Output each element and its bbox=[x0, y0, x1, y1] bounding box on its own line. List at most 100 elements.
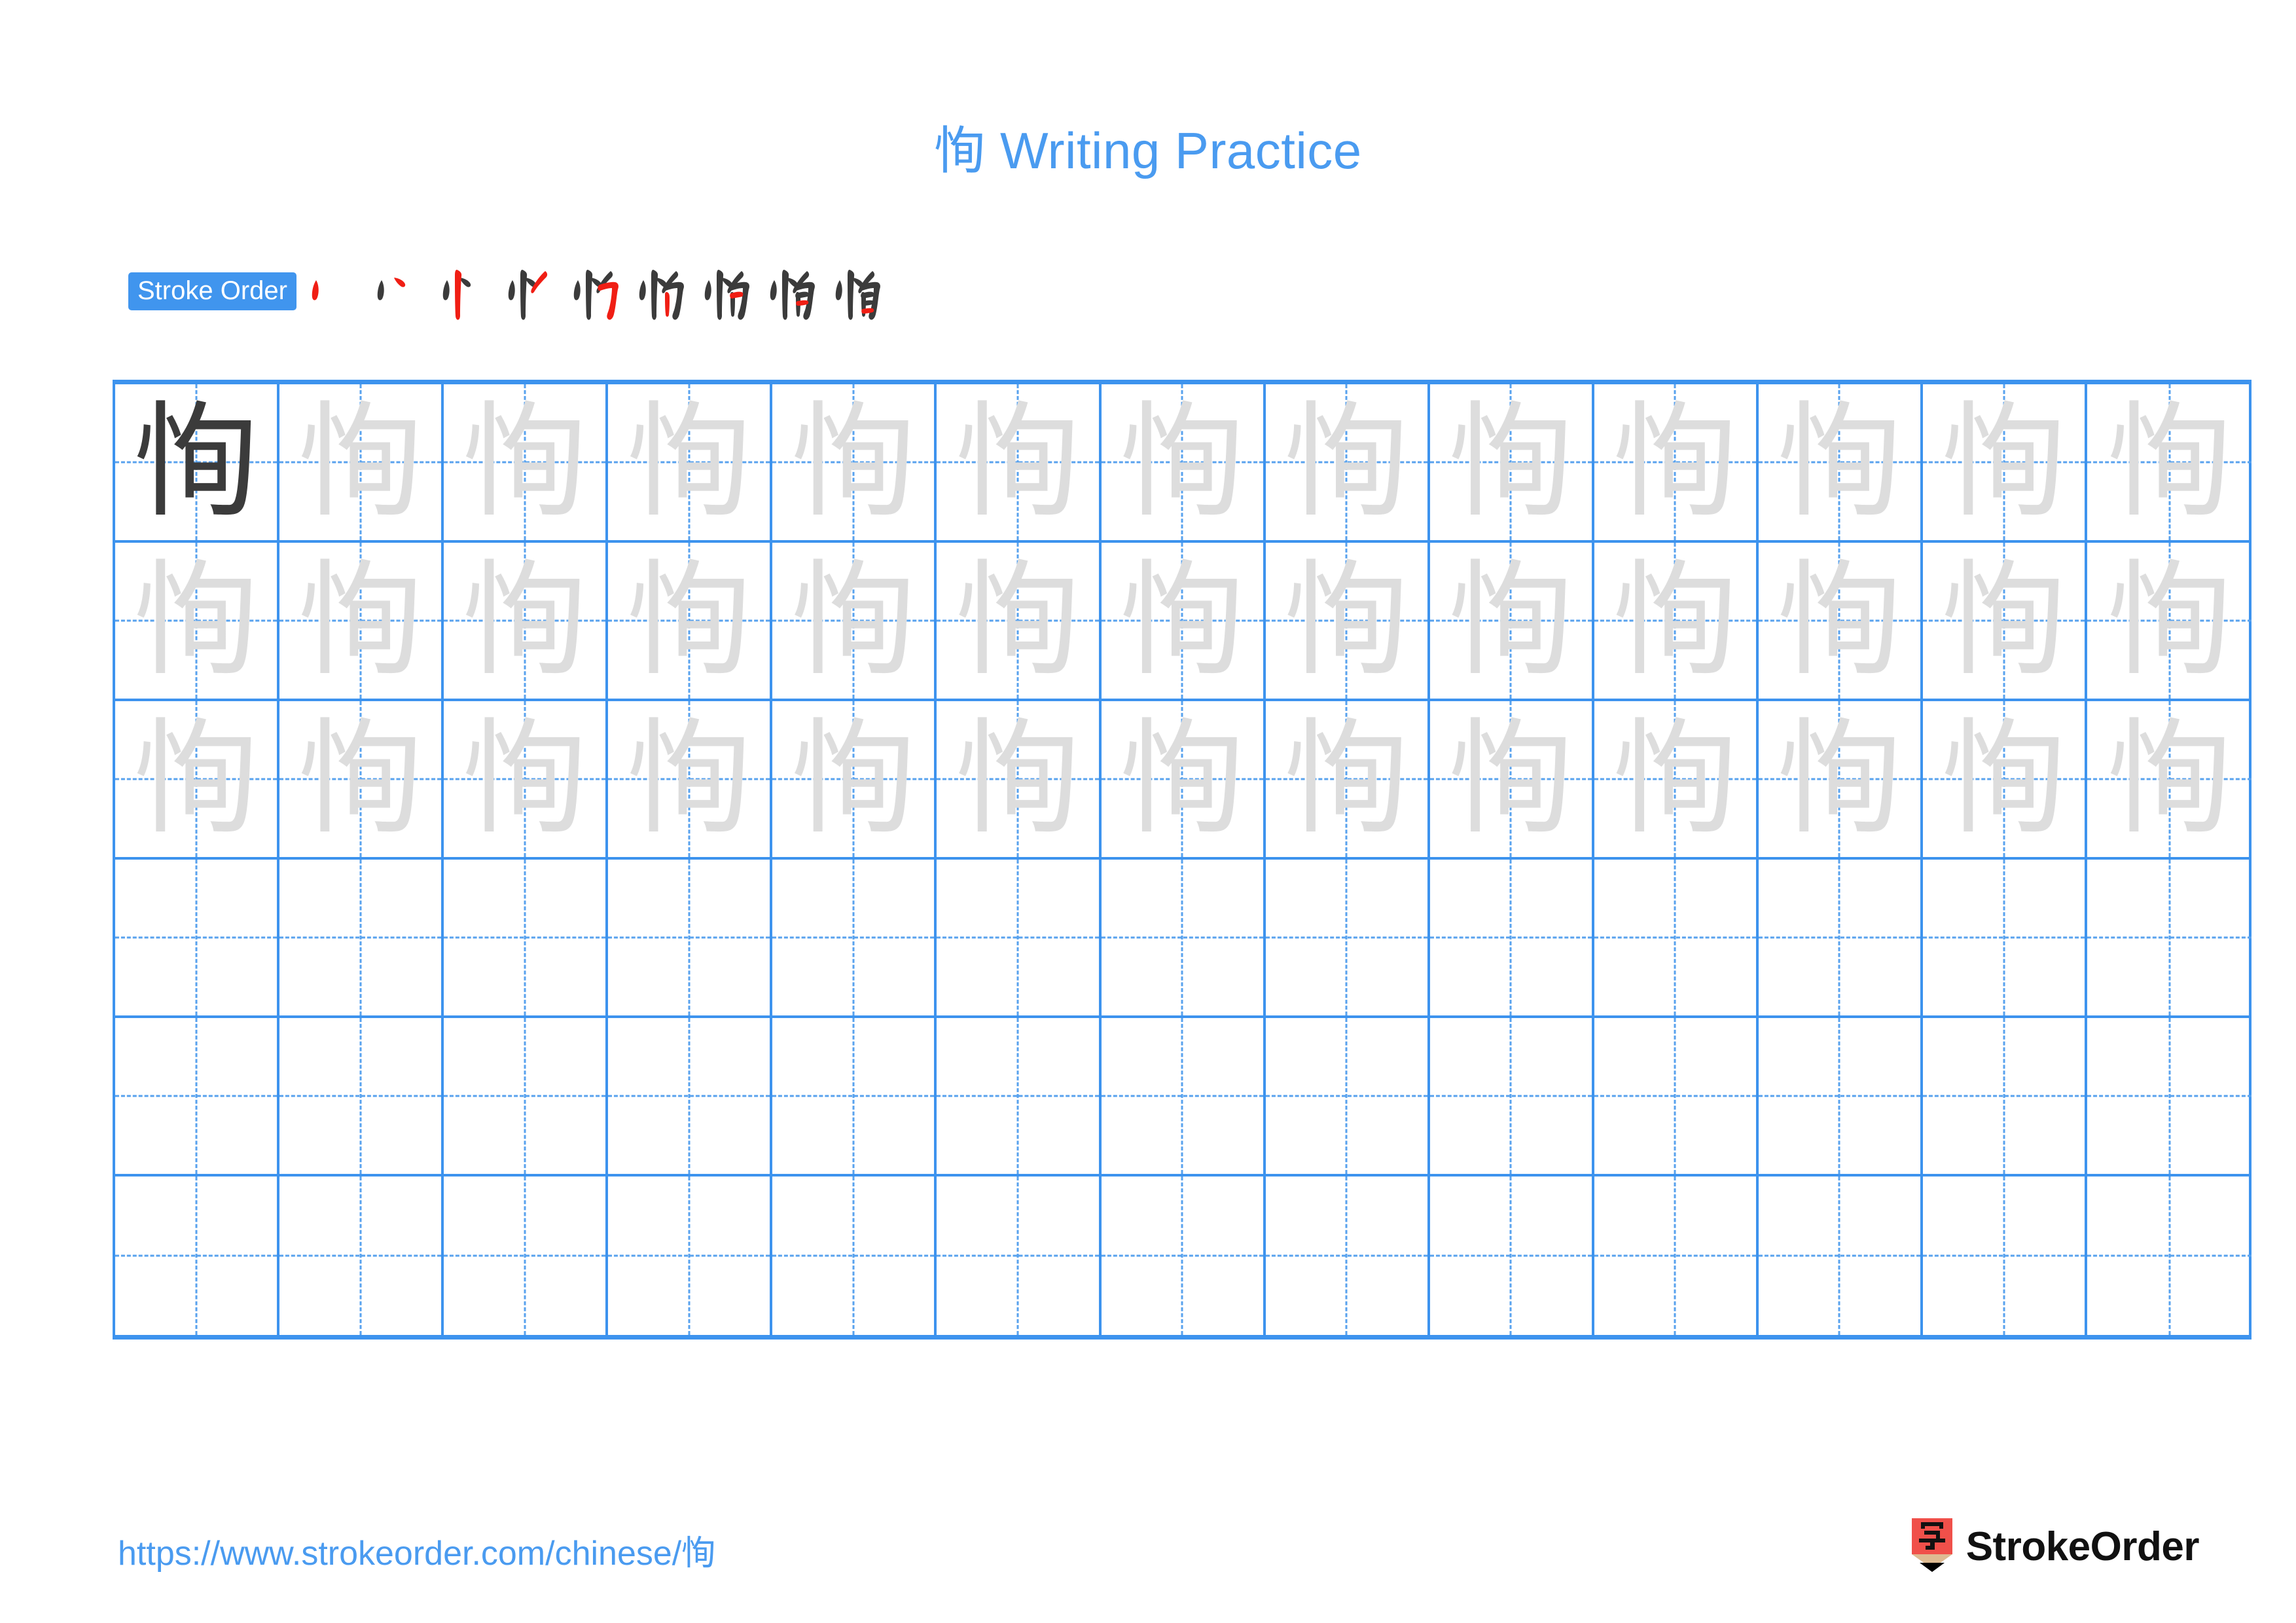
grid-cell[interactable]: 恂 bbox=[1759, 543, 1924, 699]
grid-cell[interactable]: 恂 bbox=[279, 543, 444, 699]
grid-cell[interactable]: 恂 bbox=[279, 384, 444, 540]
grid-cell[interactable] bbox=[937, 1176, 1102, 1335]
grid-cell[interactable]: 恂 bbox=[2087, 543, 2251, 699]
grid-cell[interactable]: 恂 bbox=[1923, 701, 2088, 857]
grid-cell[interactable]: 恂 bbox=[1594, 543, 1759, 699]
grid-cell[interactable] bbox=[1430, 860, 1594, 1015]
grid-cell[interactable] bbox=[1759, 1176, 1924, 1335]
grid-cell[interactable] bbox=[1102, 1176, 1266, 1335]
grid-cell[interactable]: 恂 bbox=[1102, 543, 1266, 699]
grid-cell[interactable] bbox=[772, 1018, 937, 1174]
grid-cell[interactable] bbox=[1759, 860, 1924, 1015]
grid-cell[interactable] bbox=[1594, 860, 1759, 1015]
grid-cell[interactable]: 恂 bbox=[1266, 701, 1430, 857]
practice-character: 恂 bbox=[1777, 390, 1902, 534]
practice-character: 恂 bbox=[2107, 548, 2232, 693]
grid-cell[interactable] bbox=[1594, 1018, 1759, 1174]
stroke-step-7 bbox=[692, 255, 757, 327]
grid-cell[interactable] bbox=[1266, 860, 1430, 1015]
practice-character bbox=[1923, 860, 2085, 1015]
grid-cell[interactable]: 恂 bbox=[937, 701, 1102, 857]
grid-cell[interactable]: 恂 bbox=[444, 384, 609, 540]
practice-character bbox=[1430, 1176, 1592, 1335]
grid-cell[interactable]: 恂 bbox=[115, 701, 280, 857]
practice-character bbox=[1594, 1018, 1756, 1174]
grid-cell[interactable] bbox=[1759, 1018, 1924, 1174]
stroke-step-2 bbox=[365, 255, 430, 327]
grid-cell[interactable]: 恂 bbox=[1759, 384, 1924, 540]
grid-cell[interactable]: 恂 bbox=[772, 701, 937, 857]
grid-cell[interactable]: 恂 bbox=[1430, 384, 1594, 540]
grid-cell[interactable] bbox=[1430, 1176, 1594, 1335]
grid-cell[interactable]: 恂 bbox=[1923, 543, 2088, 699]
grid-cell[interactable] bbox=[2087, 1018, 2251, 1174]
stroke-order-badge: Stroke Order bbox=[128, 272, 296, 310]
practice-character: 恂 bbox=[626, 548, 751, 693]
grid-cell[interactable]: 恂 bbox=[608, 543, 773, 699]
grid-cell[interactable] bbox=[772, 1176, 937, 1335]
practice-character bbox=[772, 1176, 934, 1335]
grid-cell[interactable]: 恂 bbox=[115, 543, 280, 699]
grid-cell[interactable] bbox=[115, 1176, 280, 1335]
stroke-step-6 bbox=[626, 255, 692, 327]
practice-character: 恂 bbox=[1448, 548, 1573, 693]
grid-cell[interactable] bbox=[1266, 1176, 1430, 1335]
practice-character bbox=[772, 860, 934, 1015]
brand-logo[interactable]: StrokeOrder bbox=[1910, 1514, 2200, 1579]
practice-character: 恂 bbox=[1120, 548, 1245, 693]
grid-cell[interactable]: 恂 bbox=[1430, 543, 1594, 699]
grid-cell[interactable]: 恂 bbox=[608, 701, 773, 857]
grid-cell[interactable]: 恂 bbox=[608, 384, 773, 540]
practice-character: 恂 bbox=[462, 706, 587, 851]
source-url[interactable]: https://www.strokeorder.com/chinese/恂 bbox=[118, 1525, 715, 1575]
grid-cell[interactable] bbox=[1102, 1018, 1266, 1174]
grid-cell[interactable] bbox=[279, 1018, 444, 1174]
grid-cell[interactable] bbox=[444, 860, 609, 1015]
grid-cell[interactable]: 恂 bbox=[1594, 384, 1759, 540]
grid-cell[interactable] bbox=[1430, 1018, 1594, 1174]
grid-cell[interactable]: 恂 bbox=[444, 543, 609, 699]
grid-cell[interactable] bbox=[2087, 860, 2251, 1015]
stroke-step-4 bbox=[495, 255, 561, 327]
grid-cell[interactable]: 恂 bbox=[2087, 701, 2251, 857]
grid-cell[interactable] bbox=[937, 1018, 1102, 1174]
grid-cell[interactable]: 恂 bbox=[772, 384, 937, 540]
grid-cell[interactable]: 恂 bbox=[1102, 701, 1266, 857]
practice-character: 恂 bbox=[1941, 706, 2066, 851]
grid-cell[interactable] bbox=[1923, 1018, 2088, 1174]
grid-cell[interactable]: 恂 bbox=[1759, 701, 1924, 857]
grid-cell[interactable]: 恂 bbox=[1430, 701, 1594, 857]
practice-character: 恂 bbox=[134, 706, 259, 851]
grid-cell[interactable] bbox=[444, 1176, 609, 1335]
grid-cell[interactable] bbox=[115, 860, 280, 1015]
grid-cell[interactable] bbox=[444, 1018, 609, 1174]
grid-cell[interactable]: 恂 bbox=[1102, 384, 1266, 540]
practice-character: 恂 bbox=[2107, 390, 2232, 534]
grid-cell[interactable] bbox=[1923, 1176, 2088, 1335]
grid-cell[interactable] bbox=[608, 1018, 773, 1174]
grid-cell[interactable] bbox=[279, 860, 444, 1015]
grid-cell[interactable] bbox=[1266, 1018, 1430, 1174]
grid-cell[interactable]: 恂 bbox=[937, 384, 1102, 540]
grid-cell[interactable] bbox=[608, 860, 773, 1015]
grid-cell[interactable]: 恂 bbox=[1594, 701, 1759, 857]
grid-cell[interactable] bbox=[937, 860, 1102, 1015]
grid-cell[interactable]: 恂 bbox=[1266, 543, 1430, 699]
grid-cell[interactable]: 恂 bbox=[115, 384, 280, 540]
grid-cell[interactable]: 恂 bbox=[2087, 384, 2251, 540]
grid-cell[interactable]: 恂 bbox=[1923, 384, 2088, 540]
grid-cell[interactable] bbox=[115, 1018, 280, 1174]
grid-cell[interactable] bbox=[2087, 1176, 2251, 1335]
grid-cell[interactable] bbox=[1102, 860, 1266, 1015]
grid-cell[interactable] bbox=[1923, 860, 2088, 1015]
stroke-step-9 bbox=[823, 255, 888, 327]
grid-cell[interactable]: 恂 bbox=[279, 701, 444, 857]
grid-cell[interactable] bbox=[279, 1176, 444, 1335]
grid-cell[interactable]: 恂 bbox=[937, 543, 1102, 699]
grid-cell[interactable] bbox=[1594, 1176, 1759, 1335]
grid-cell[interactable] bbox=[608, 1176, 773, 1335]
grid-cell[interactable]: 恂 bbox=[1266, 384, 1430, 540]
grid-cell[interactable]: 恂 bbox=[444, 701, 609, 857]
grid-cell[interactable] bbox=[772, 860, 937, 1015]
grid-cell[interactable]: 恂 bbox=[772, 543, 937, 699]
